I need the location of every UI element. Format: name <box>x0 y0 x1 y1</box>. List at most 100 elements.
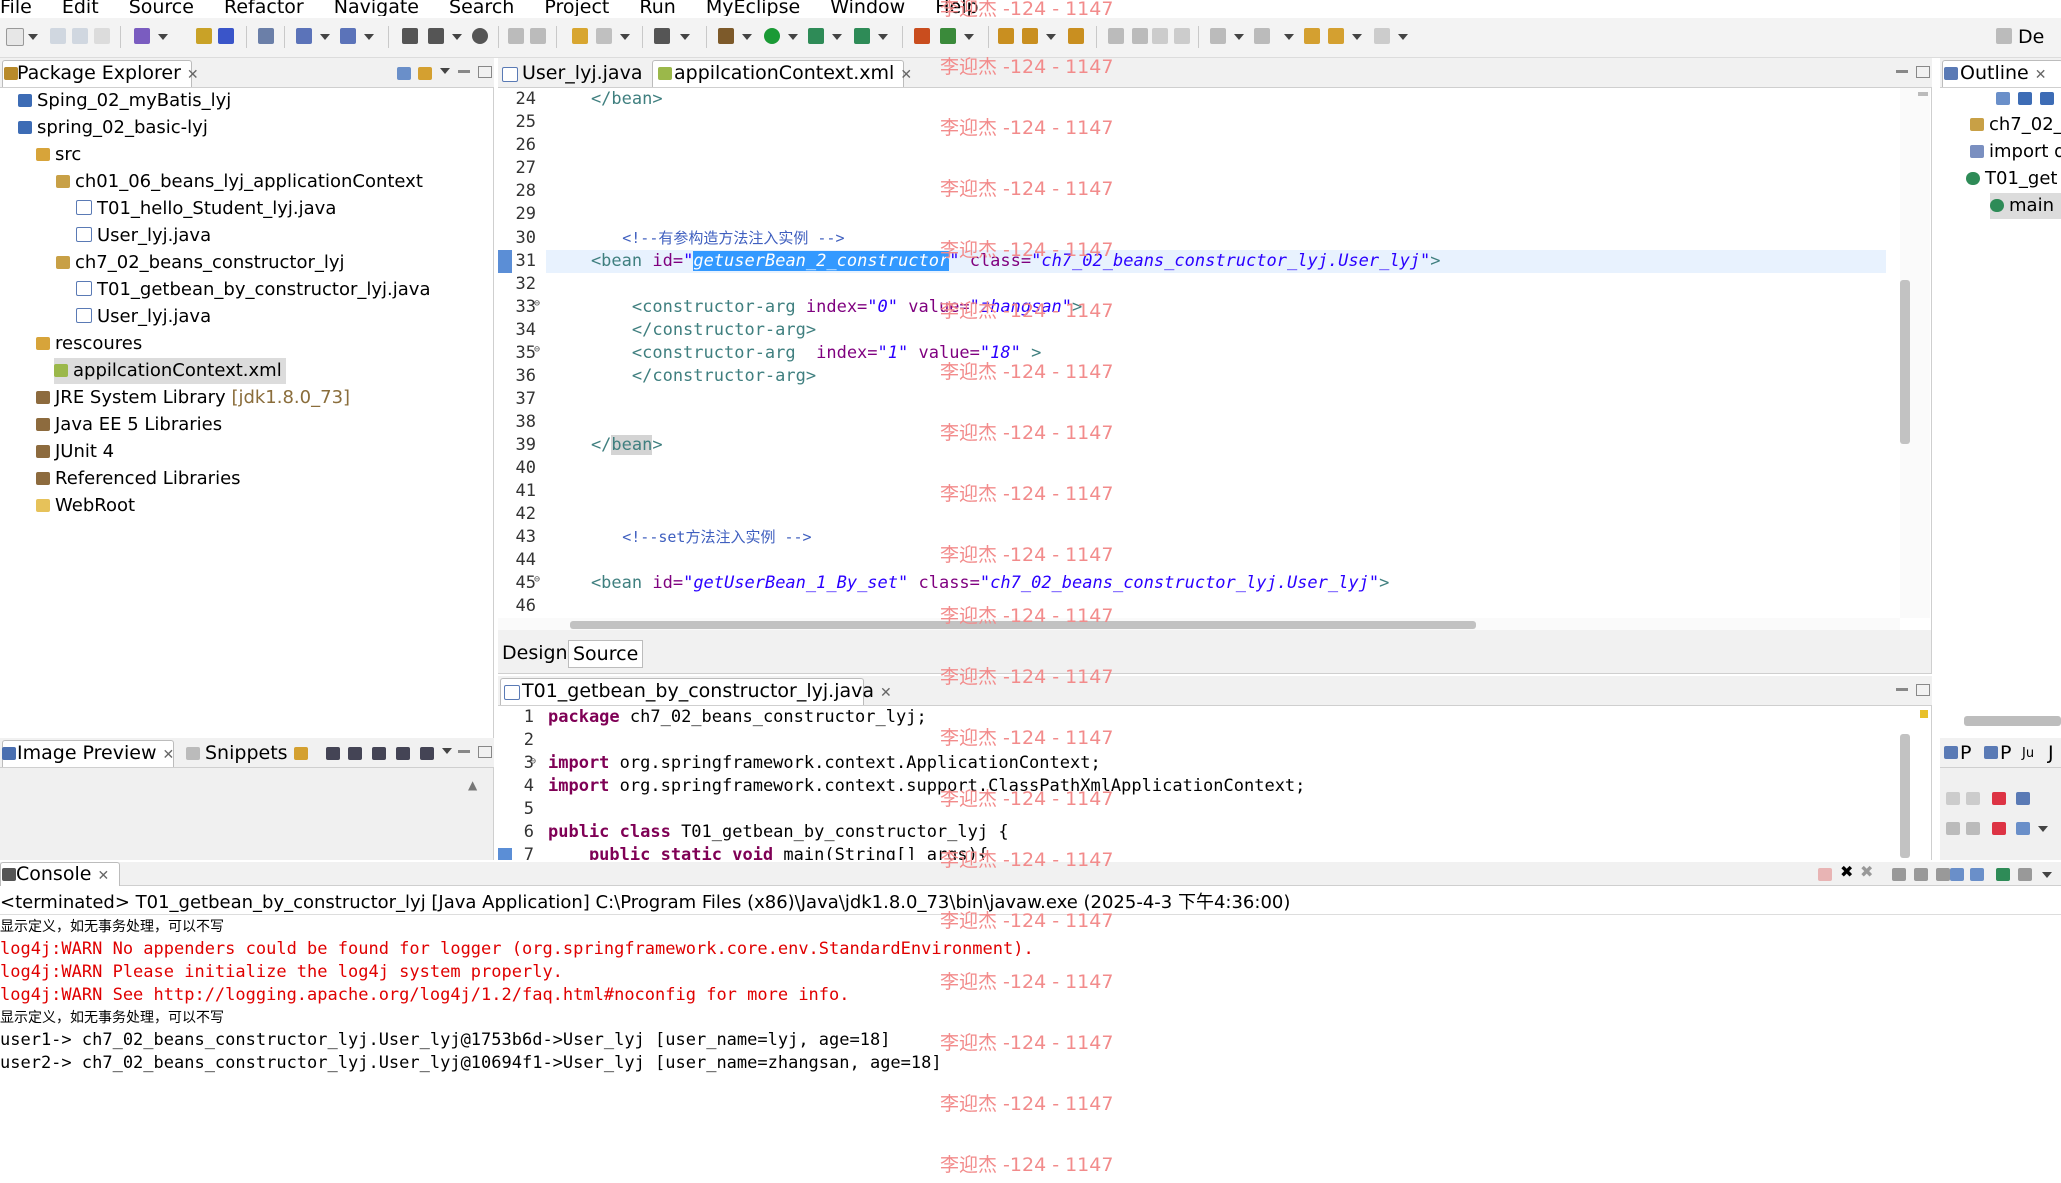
menu-source[interactable]: Source <box>129 0 194 16</box>
copy-icon[interactable] <box>530 28 546 44</box>
next-annotation-icon[interactable] <box>1210 28 1226 44</box>
tree-item-java-file[interactable]: T01_getbean_by_constructor_lyj.java <box>76 277 431 303</box>
prev-annotation-icon[interactable] <box>1254 28 1270 44</box>
zoom-out-icon[interactable] <box>348 747 362 760</box>
back-icon[interactable] <box>1328 28 1344 44</box>
menu-refactor[interactable]: Refactor <box>224 0 304 16</box>
link-editor-icon[interactable] <box>418 67 432 80</box>
zoom-in-icon[interactable] <box>372 747 386 760</box>
fold-icon[interactable]: ⊖ <box>534 298 540 309</box>
tree-item-source-folder[interactable]: rescoures <box>36 331 142 357</box>
new-project-dropdown-icon[interactable] <box>158 34 168 40</box>
tab-source-active[interactable]: Source <box>568 640 644 668</box>
db-browser-icon[interactable] <box>428 28 444 44</box>
add-icon[interactable] <box>1992 792 2006 805</box>
forward-dropdown-icon[interactable] <box>1398 34 1408 40</box>
annotate-dropdown-icon[interactable] <box>1046 34 1056 40</box>
search-dropdown-icon[interactable] <box>620 34 630 40</box>
view-menu-icon[interactable] <box>2038 826 2048 832</box>
tab-design[interactable]: Design <box>502 642 568 664</box>
browser-dropdown-icon[interactable] <box>364 34 374 40</box>
print-icon[interactable] <box>94 28 110 44</box>
down-icon[interactable] <box>1966 792 1980 805</box>
tree-item-library[interactable]: JRE System Library [jdk1.8.0_73] <box>36 385 350 411</box>
db-dropdown-icon[interactable] <box>452 34 462 40</box>
external-tools-icon[interactable] <box>854 28 870 44</box>
maximize-icon[interactable] <box>478 66 492 78</box>
open-console-dropdown-icon[interactable] <box>2042 872 2052 878</box>
tree-item-library[interactable]: JUnit 4 <box>36 439 114 465</box>
fold-icon[interactable]: ⊖ <box>534 344 540 355</box>
xml-editor[interactable]: 24 25 26 27 28 29 30 31 32 33 34 35 36 3… <box>498 88 1932 630</box>
tree-item-source-folder[interactable]: src <box>36 142 81 168</box>
vertical-scrollbar-thumb[interactable] <box>1900 280 1910 444</box>
pin-icon[interactable] <box>1108 28 1124 44</box>
prev-annotation-dropdown-icon[interactable] <box>1284 34 1294 40</box>
scroll-lock-icon[interactable] <box>1914 868 1928 881</box>
outline-item-main-method[interactable]: main <box>1990 193 2061 219</box>
close-icon[interactable]: ✕ <box>187 67 199 83</box>
pin-console-icon[interactable] <box>1996 868 2010 881</box>
open-task-icon[interactable] <box>1068 28 1084 44</box>
java-editor[interactable]: 1 2 3 4 5 6 7 ⊖ package ch7_02_beans_con… <box>498 706 1932 860</box>
view-menu-icon[interactable] <box>440 68 450 74</box>
tab-application-context-xml[interactable]: appilcationContext.xml ✕ <box>674 62 912 84</box>
maximize-icon[interactable] <box>1916 66 1930 78</box>
tab-snippets[interactable]: Snippets <box>205 742 288 764</box>
outline-item-imports[interactable]: import d <box>1970 139 2061 165</box>
fold-icon[interactable]: ⊖ <box>530 756 536 767</box>
run-dropdown-icon[interactable] <box>788 34 798 40</box>
new-package-icon[interactable] <box>940 28 956 44</box>
view-menu-icon[interactable] <box>442 748 452 754</box>
close-icon[interactable]: ✕ <box>2035 67 2047 83</box>
tree-item-java-file[interactable]: User_lyj.java <box>76 223 211 249</box>
new-project-icon[interactable] <box>134 28 150 44</box>
close-icon[interactable]: ✕ <box>900 67 912 83</box>
word-wrap-icon[interactable] <box>1936 868 1950 881</box>
close-icon[interactable]: ✕ <box>163 747 175 763</box>
maximize-icon[interactable] <box>1916 684 1930 696</box>
outline-title[interactable]: Outline ✕ <box>1960 62 2046 84</box>
new-class-icon[interactable] <box>914 28 930 44</box>
show-on-output-icon[interactable] <box>1950 868 1964 881</box>
tab-user-lyj-java[interactable]: User_lyj.java <box>522 62 642 84</box>
tree-item-package[interactable]: ch7_02_beans_constructor_lyj <box>56 250 345 276</box>
warning-overview-marker[interactable] <box>1920 710 1928 718</box>
next-annotation-dropdown-icon[interactable] <box>1234 34 1244 40</box>
save-all-icon[interactable] <box>72 28 88 44</box>
vertical-scrollbar-thumb[interactable] <box>1900 734 1910 858</box>
minimize-icon[interactable] <box>458 70 470 73</box>
collapse-all-icon[interactable] <box>397 67 411 80</box>
tree-item-java-file[interactable]: T01_hello_Student_lyj.java <box>76 196 336 222</box>
debug-dropdown-icon[interactable] <box>742 34 752 40</box>
menu-myeclipse[interactable]: MyEclipse <box>706 0 800 16</box>
collapse-all-icon[interactable] <box>1996 92 2010 105</box>
link-icon[interactable] <box>1966 822 1980 835</box>
package-icon[interactable] <box>196 28 212 44</box>
tree-item-library[interactable]: Java EE 5 Libraries <box>36 412 222 438</box>
export-icon[interactable] <box>2016 792 2030 805</box>
run-icon[interactable] <box>764 28 780 44</box>
new-class-dropdown-icon[interactable] <box>964 34 974 40</box>
external-tools-dropdown-icon[interactable] <box>878 34 888 40</box>
tab-p1[interactable]: P <box>1960 742 1971 764</box>
menu-project[interactable]: Project <box>544 0 609 16</box>
list-icon[interactable] <box>2016 822 2030 835</box>
globe-icon[interactable] <box>472 28 488 44</box>
tree-item-library[interactable]: Referenced Libraries <box>36 466 241 492</box>
edit-icon[interactable] <box>1132 28 1148 44</box>
outline-item-class[interactable]: T01_get <box>1966 166 2057 192</box>
browser-icon[interactable] <box>340 28 356 44</box>
open-perspective-icon[interactable] <box>1996 28 2012 44</box>
tree-item-xml-file-selected[interactable]: appilcationContext.xml <box>54 358 286 384</box>
tree-item-package[interactable]: ch01_06_beans_lyj_applicationContext <box>56 169 423 195</box>
tree-item-project[interactable]: spring_02_basic-lyj <box>18 115 208 141</box>
menu-search[interactable]: Search <box>449 0 514 16</box>
minimize-icon[interactable] <box>1896 688 1908 691</box>
console-icon[interactable] <box>654 28 670 44</box>
menu-edit[interactable]: Edit <box>62 0 99 16</box>
tab-t01-getbean[interactable]: T01_getbean_by_constructor_lyj.java ✕ <box>522 680 892 702</box>
run-server-dropdown-icon[interactable] <box>832 34 842 40</box>
fullscreen-icon[interactable] <box>420 747 434 760</box>
perspective-label[interactable]: De <box>2018 26 2044 48</box>
